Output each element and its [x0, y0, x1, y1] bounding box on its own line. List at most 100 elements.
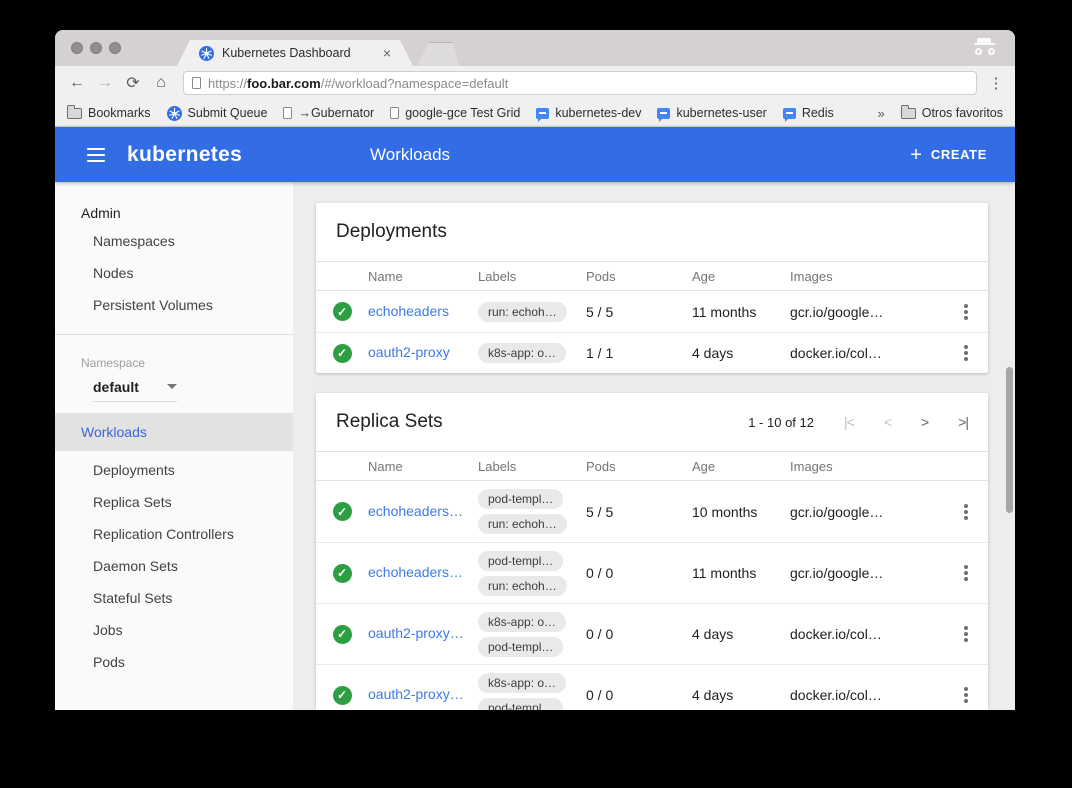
chat-icon — [783, 108, 796, 119]
column-pods: Pods — [586, 269, 692, 284]
resource-link[interactable]: oauth2-proxy… — [368, 686, 464, 702]
resource-link[interactable]: echoheaders — [368, 303, 449, 319]
bookmarks-overflow-icon[interactable]: » — [877, 106, 884, 121]
deployments-table-header: Name Labels Pods Age Images — [316, 261, 988, 291]
folder-icon — [67, 108, 82, 119]
bookmark-google-gce-test-grid[interactable]: google-gce Test Grid — [390, 106, 520, 120]
resource-link[interactable]: echoheaders… — [368, 503, 463, 519]
create-button[interactable]: + CREATE — [910, 145, 987, 165]
reload-button[interactable]: ⟳ — [121, 73, 145, 93]
kubernetes-favicon — [199, 46, 214, 61]
sidebar-item-jobs[interactable]: Jobs — [55, 614, 293, 646]
zoom-window-button[interactable] — [109, 42, 121, 54]
sidebar-item-stateful-sets[interactable]: Stateful Sets — [55, 582, 293, 614]
status-ok-icon: ✓ — [333, 344, 352, 363]
resource-link[interactable]: echoheaders… — [368, 564, 463, 580]
pods-cell: 5 / 5 — [586, 504, 692, 520]
hamburger-menu-icon[interactable] — [87, 148, 105, 162]
sidebar-item-replication-controllers[interactable]: Replication Controllers — [55, 518, 293, 550]
label-chip: k8s-app: o… — [478, 612, 566, 632]
tab-close-icon[interactable]: × — [383, 45, 391, 61]
pods-cell: 0 / 0 — [586, 626, 692, 642]
bookmark-other-favorites[interactable]: Otros favoritos — [901, 106, 1003, 120]
bookmark-kubernetes-user[interactable]: kubernetes-user — [657, 106, 766, 120]
status-ok-icon: ✓ — [333, 625, 352, 644]
sidebar-nav: Admin Namespaces Nodes Persistent Volume… — [55, 182, 293, 710]
row-menu-icon[interactable] — [964, 351, 968, 355]
bookmark-kubernetes-dev[interactable]: kubernetes-dev — [536, 106, 641, 120]
bookmark-gubernator[interactable]: →Gubernator — [283, 106, 374, 120]
brand-logo[interactable]: kubernetes — [127, 143, 242, 167]
page-icon — [390, 107, 399, 119]
scrollbar-thumb[interactable] — [1006, 367, 1013, 513]
sidebar-item-namespaces[interactable]: Namespaces — [55, 225, 293, 257]
column-age: Age — [692, 269, 790, 284]
column-name: Name — [368, 269, 478, 284]
status-ok-icon: ✓ — [333, 686, 352, 705]
home-button[interactable]: ⌂ — [149, 74, 173, 92]
label-chip: run: echoh… — [478, 302, 567, 322]
pods-cell: 1 / 1 — [586, 345, 692, 361]
table-row: ✓ echoheaders… pod-templ… run: echoh… 0 … — [316, 542, 988, 603]
bookmark-bookmarks[interactable]: Bookmarks — [67, 106, 151, 120]
pods-cell: 5 / 5 — [586, 304, 692, 320]
label-chip: run: echoh… — [478, 576, 567, 596]
previous-page-icon[interactable]: < — [884, 414, 891, 430]
back-button[interactable]: ← — [65, 74, 89, 92]
row-menu-icon[interactable] — [964, 510, 968, 514]
replica-sets-card-title: Replica Sets — [336, 411, 748, 433]
resource-link[interactable]: oauth2-proxy… — [368, 625, 464, 641]
main-content: Deployments Name Labels Pods Age Images … — [293, 182, 1015, 710]
sidebar-item-replica-sets[interactable]: Replica Sets — [55, 486, 293, 518]
sidebar-item-daemon-sets[interactable]: Daemon Sets — [55, 550, 293, 582]
browser-tab[interactable]: Kubernetes Dashboard × — [177, 40, 413, 66]
age-cell: 4 days — [692, 345, 790, 361]
row-menu-icon[interactable] — [964, 310, 968, 314]
row-menu-icon[interactable] — [964, 632, 968, 636]
next-page-icon[interactable]: > — [921, 414, 928, 430]
column-labels: Labels — [478, 269, 586, 284]
window-controls — [71, 42, 121, 54]
page-icon — [283, 107, 292, 119]
column-labels: Labels — [478, 459, 586, 474]
table-row: ✓ echoheaders… pod-templ… run: echoh… 5 … — [316, 481, 988, 542]
row-menu-icon[interactable] — [964, 693, 968, 697]
resource-link[interactable]: oauth2-proxy — [368, 344, 450, 360]
row-menu-icon[interactable] — [964, 571, 968, 575]
last-page-icon[interactable]: >| — [958, 414, 968, 430]
deployments-card: Deployments Name Labels Pods Age Images … — [316, 203, 988, 373]
replica-sets-table-header: Name Labels Pods Age Images — [316, 451, 988, 481]
bookmark-redis[interactable]: Redis — [783, 106, 834, 120]
sidebar-item-deployments[interactable]: Deployments — [55, 454, 293, 486]
column-age: Age — [692, 459, 790, 474]
forward-button[interactable]: → — [93, 74, 117, 92]
bookmark-submit-queue[interactable]: Submit Queue — [167, 106, 268, 121]
first-page-icon[interactable]: |< — [844, 414, 854, 430]
images-cell: docker.io/col… — [790, 687, 944, 703]
sidebar-item-pods[interactable]: Pods — [55, 646, 293, 678]
chevron-down-icon — [167, 384, 177, 389]
sidebar-item-workloads[interactable]: Workloads — [55, 413, 293, 451]
sidebar-item-persistent-volumes[interactable]: Persistent Volumes — [55, 289, 293, 321]
incognito-icon — [973, 37, 997, 59]
new-tab-button[interactable] — [417, 42, 459, 66]
browser-menu-icon[interactable]: ⋮ — [987, 74, 1005, 92]
url-path: /#/workload?namespace=default — [321, 76, 509, 91]
images-cell: gcr.io/google… — [790, 304, 944, 320]
address-bar[interactable]: https://foo.bar.com/#/workload?namespace… — [183, 71, 977, 95]
table-row: ✓ oauth2-proxy k8s-app: o… 1 / 1 4 days … — [316, 332, 988, 373]
status-ok-icon: ✓ — [333, 564, 352, 583]
close-window-button[interactable] — [71, 42, 83, 54]
table-row: ✓ oauth2-proxy… k8s-app: o… pod-templ… 0… — [316, 664, 988, 710]
namespace-select[interactable]: default — [93, 372, 177, 402]
pagination-range: 1 - 10 of 12 — [748, 415, 814, 430]
sidebar-item-nodes[interactable]: Nodes — [55, 257, 293, 289]
sidebar-item-admin[interactable]: Admin — [55, 182, 293, 225]
minimize-window-button[interactable] — [90, 42, 102, 54]
label-chip: k8s-app: o… — [478, 673, 566, 693]
page-security-icon — [192, 77, 201, 89]
age-cell: 10 months — [692, 504, 790, 520]
label-chip: pod-templ… — [478, 489, 563, 509]
pagination: 1 - 10 of 12 |< < > >| — [748, 414, 968, 430]
chat-icon — [536, 108, 549, 119]
